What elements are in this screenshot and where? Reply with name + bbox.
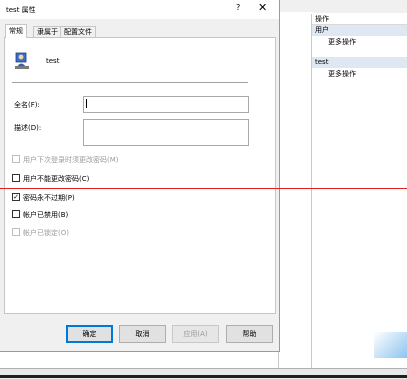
dialog-titlebar[interactable]: test 属性 ? ✕ [0,0,279,19]
actions-more-test[interactable]: 更多操作 [312,68,407,80]
description-field[interactable] [83,119,249,146]
checkbox-box[interactable] [12,174,20,182]
must-change-password-checkbox[interactable]: 用户下次登录时须更改密码(M) [12,155,119,165]
checkbox-checked[interactable]: ✓ [12,193,20,201]
apply-button[interactable]: 应用(A) [172,325,219,343]
actions-group-users[interactable]: 用户 [312,25,407,36]
close-icon[interactable]: ✕ [258,1,267,14]
fullname-label: 全名(F): [14,101,40,109]
annotation-line [0,188,407,189]
background-list-pane [278,12,313,368]
actions-pane: 操作 用户 更多操作 test 更多操作 [311,14,407,368]
tab-general[interactable]: 常规 [5,24,27,38]
help-button[interactable]: 帮助 [226,325,273,343]
description-label: 描述(D): [14,124,42,132]
ok-button[interactable]: 确定 [66,325,113,343]
cannot-change-password-checkbox[interactable]: 用户不能更改密码(C) [12,174,89,184]
fullname-field[interactable] [83,96,249,113]
user-name: test [46,57,60,65]
actions-header: 操作 [312,14,407,25]
properties-dialog: test 属性 ? ✕ 常规 隶属于 配置文件 test 全名(F): 描述(D… [0,0,280,352]
help-icon[interactable]: ? [236,3,240,12]
user-icon [15,52,29,69]
checkbox-box[interactable] [12,210,20,218]
actions-group-test[interactable]: test [312,57,407,68]
checkbox-box[interactable] [12,155,20,163]
text-caret [86,99,87,108]
watermark [374,332,407,358]
password-never-expires-checkbox[interactable]: ✓ 密码永不过期(P) [12,193,75,203]
separator [12,82,248,83]
actions-more-users[interactable]: 更多操作 [312,36,407,48]
dialog-title: test 属性 [6,6,36,14]
account-locked-checkbox[interactable]: 帐户已锁定(O) [12,228,69,238]
account-disabled-checkbox[interactable]: 帐户已禁用(B) [12,210,68,220]
cancel-button[interactable]: 取消 [119,325,166,343]
checkbox-box[interactable] [12,228,20,236]
